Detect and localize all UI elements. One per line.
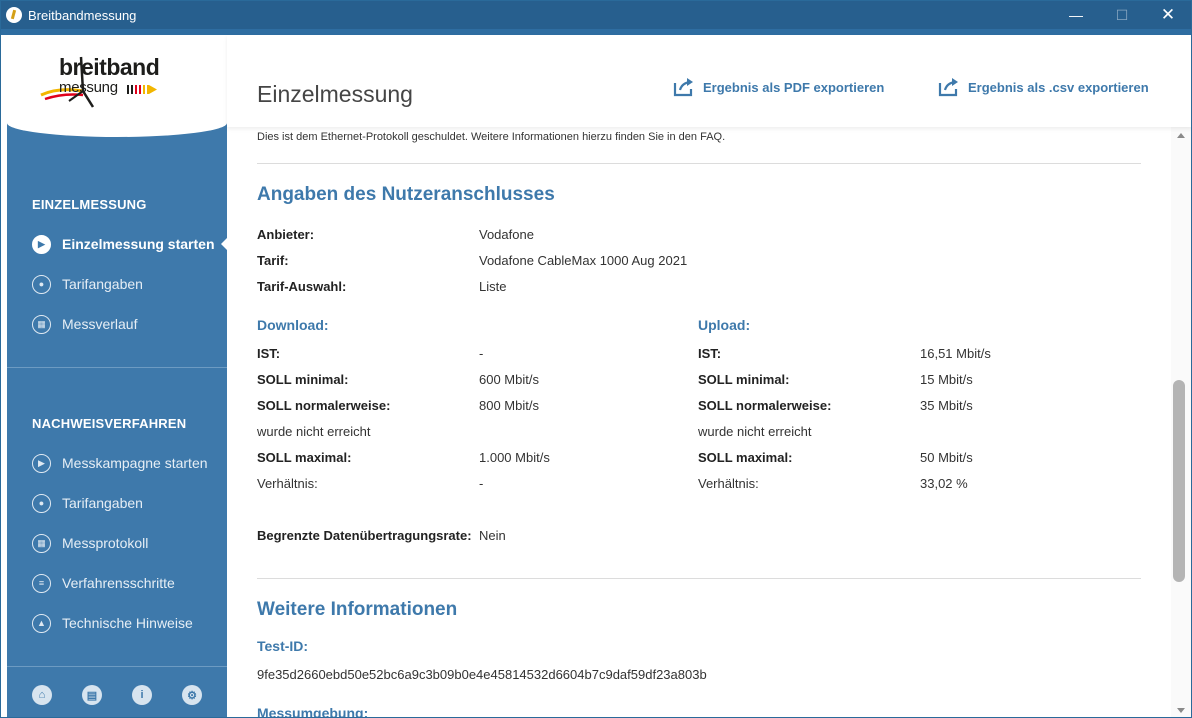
tariff-selection-label: Tarif-Auswahl: xyxy=(257,279,347,294)
sidebar-item-tarifangaben-2[interactable]: ● Tarifangaben xyxy=(32,492,227,514)
upload-soll-min-value: 15 Mbit/s xyxy=(920,372,973,387)
test-id-value: 9fe35d2660ebd50e52bc6a9c3b09b0e4e4581453… xyxy=(257,667,707,682)
download-soll-norm-value: 800 Mbit/s xyxy=(479,398,539,413)
export-csv-button[interactable]: Ergebnis als .csv exportieren xyxy=(938,77,1149,97)
app-logo-icon xyxy=(6,7,22,23)
download-ratio-value: - xyxy=(479,476,484,491)
export-pdf-button[interactable]: Ergebnis als PDF exportieren xyxy=(673,77,884,97)
warning-icon: ▲ xyxy=(32,613,51,633)
window-title: Breitbandmessung xyxy=(28,7,137,23)
upload-not-reached: wurde nicht erreicht xyxy=(698,424,812,439)
nav-heading-nachweisverfahren: NACHWEISVERFAHREN xyxy=(32,416,187,431)
environment-label: Messumgebung: xyxy=(257,705,369,718)
section-divider xyxy=(257,578,1141,579)
download-soll-max-value: 1.000 Mbit/s xyxy=(479,450,550,465)
sidebar-item-tarifangaben[interactable]: ● Tarifangaben xyxy=(32,273,227,295)
sidebar-item-label: Tarifangaben xyxy=(62,495,143,511)
info-icon[interactable]: i xyxy=(132,685,152,705)
calendar-icon: ▦ xyxy=(32,314,51,334)
upload-ist-label: IST: xyxy=(698,346,722,361)
upload-ratio-label: Verhältnis: xyxy=(698,476,759,491)
sidebar-item-technische-hinweise[interactable]: ▲ Technische Hinweise xyxy=(32,612,227,634)
download-soll-min-value: 600 Mbit/s xyxy=(479,372,539,387)
export-csv-label: Ergebnis als .csv exportieren xyxy=(968,79,1149,95)
sidebar-item-label: Technische Hinweise xyxy=(62,615,193,631)
content-scrollbar[interactable] xyxy=(1171,127,1191,717)
play-circle-icon: ▶ xyxy=(32,234,51,254)
logo-bars xyxy=(127,85,149,94)
sidebar-item-messkampagne-starten[interactable]: ▶ Messkampagne starten xyxy=(32,452,227,474)
upload-soll-min-label: SOLL minimal: xyxy=(698,372,790,387)
limited-rate-value: Nein xyxy=(479,528,506,543)
scroll-up-arrow-icon[interactable] xyxy=(1177,133,1185,138)
export-icon xyxy=(938,78,958,97)
sidebar-item-label: Messprotokoll xyxy=(62,535,149,551)
user-card-icon: ● xyxy=(32,274,51,294)
export-pdf-label: Ergebnis als PDF exportieren xyxy=(703,79,885,95)
logo-text-messung: messung xyxy=(59,79,118,96)
upload-soll-norm-value: 35 Mbit/s xyxy=(920,398,973,413)
sidebar: breitband messung EINZELMESSUNG ▶ Einzel… xyxy=(7,35,227,717)
download-soll-max-label: SOLL maximal: xyxy=(257,450,352,465)
title-bar: Breitbandmessung — ☐ ✕ xyxy=(1,1,1191,29)
download-ist-label: IST: xyxy=(257,346,281,361)
upload-soll-norm-label: SOLL normalerweise: xyxy=(698,398,832,413)
minimize-button[interactable]: — xyxy=(1053,1,1099,29)
nav-divider xyxy=(7,367,227,368)
logo-play-icon xyxy=(149,85,157,94)
list-icon: ≡ xyxy=(32,573,51,593)
upload-soll-max-value: 50 Mbit/s xyxy=(920,450,973,465)
sidebar-item-messverlauf[interactable]: ▦ Messverlauf xyxy=(32,313,227,335)
play-circle-icon: ▶ xyxy=(32,453,51,473)
chat-icon[interactable]: ▤ xyxy=(82,685,102,705)
close-button[interactable]: ✕ xyxy=(1145,1,1191,29)
upload-ist-value: 16,51 Mbit/s xyxy=(920,346,991,361)
page-header: Einzelmessung Ergebnis als PDF exportier… xyxy=(227,35,1191,127)
test-id-label: Test-ID: xyxy=(257,638,309,654)
sidebar-item-verfahrensschritte[interactable]: ≡ Verfahrensschritte xyxy=(32,572,227,594)
logo-area: breitband messung xyxy=(7,35,227,137)
tariff-value: Vodafone CableMax 1000 Aug 2021 xyxy=(479,253,688,268)
sidebar-item-label: Messverlauf xyxy=(62,316,138,332)
nav-heading-einzelmessung: EINZELMESSUNG xyxy=(32,197,147,212)
sidebar-item-label: Tarifangaben xyxy=(62,276,143,292)
logo-text-breitband: breitband xyxy=(59,54,160,80)
home-icon[interactable]: ⌂ xyxy=(32,685,52,705)
maximize-button[interactable]: ☐ xyxy=(1099,1,1145,29)
sidebar-item-label: Verfahrensschritte xyxy=(62,575,175,591)
tariff-label: Tarif: xyxy=(257,253,289,268)
upload-soll-max-label: SOLL maximal: xyxy=(698,450,793,465)
limited-rate-label: Begrenzte Datenübertragungsrate: xyxy=(257,528,472,543)
sidebar-item-label: Messkampagne starten xyxy=(62,455,208,471)
export-icon xyxy=(673,78,693,97)
scroll-down-arrow-icon[interactable] xyxy=(1177,708,1185,713)
provider-label: Anbieter: xyxy=(257,227,315,242)
intro-text: Dies ist dem Ethernet-Protokoll geschuld… xyxy=(257,131,726,143)
download-soll-min-label: SOLL minimal: xyxy=(257,372,349,387)
upload-title: Upload: xyxy=(698,317,751,333)
page-title: Einzelmessung xyxy=(257,81,413,107)
more-info-section-title: Weitere Informationen xyxy=(257,599,458,620)
sidebar-item-label: Einzelmessung starten xyxy=(62,236,215,252)
scroll-thumb[interactable] xyxy=(1173,380,1185,582)
provider-value: Vodafone xyxy=(479,227,534,242)
sidebar-item-messprotokoll[interactable]: ▦ Messprotokoll xyxy=(32,532,227,554)
nav-divider xyxy=(7,666,227,667)
download-soll-norm-label: SOLL normalerweise: xyxy=(257,398,391,413)
section-divider xyxy=(257,163,1141,164)
sidebar-item-einzelmessung-starten[interactable]: ▶ Einzelmessung starten xyxy=(32,233,227,255)
download-title: Download: xyxy=(257,317,329,333)
download-ratio-label: Verhältnis: xyxy=(257,476,318,491)
app-window: Breitbandmessung — ☐ ✕ breitband messung… xyxy=(0,0,1192,718)
download-not-reached: wurde nicht erreicht xyxy=(257,424,371,439)
sidebar-footer: ⌂ ▤ i ⚙ xyxy=(7,685,227,709)
user-card-icon: ● xyxy=(32,493,51,513)
tariff-selection-value: Liste xyxy=(479,279,507,294)
gear-icon[interactable]: ⚙ xyxy=(182,685,202,705)
calendar-icon: ▦ xyxy=(32,533,51,553)
upload-ratio-value: 33,02 % xyxy=(920,476,968,491)
main-content: Dies ist dem Ethernet-Protokoll geschuld… xyxy=(227,127,1171,718)
connection-section-title: Angaben des Nutzeranschlusses xyxy=(257,184,555,205)
download-ist-value: - xyxy=(479,346,484,361)
